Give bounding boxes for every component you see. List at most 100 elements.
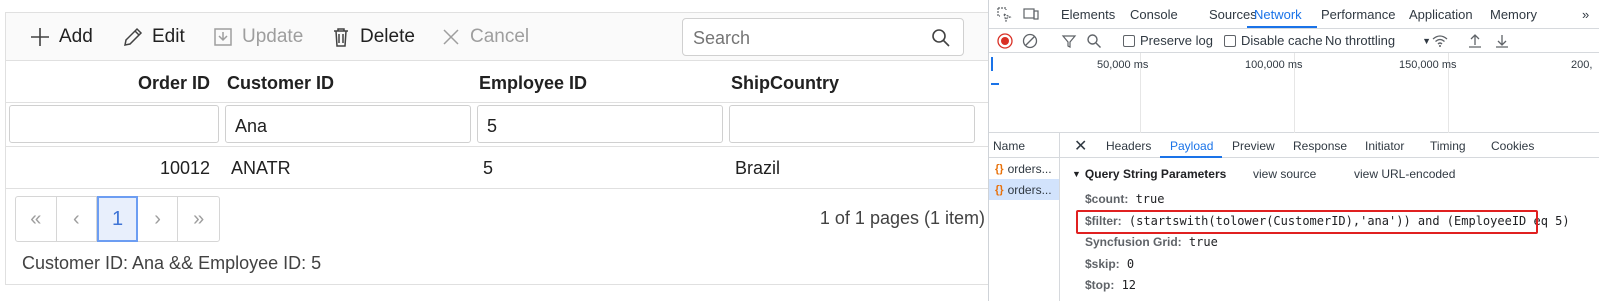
request-item[interactable]: {} orders... (989, 158, 1059, 179)
filter-employee-id[interactable]: 5 (477, 105, 723, 143)
cell-ship-country: Brazil (735, 158, 781, 178)
tab-timing[interactable]: Timing (1430, 139, 1466, 153)
header-ship-country[interactable]: ShipCountry (731, 73, 839, 94)
search-icon[interactable] (931, 28, 951, 48)
timeline-label: 200, (1571, 59, 1593, 71)
caret-down-icon: ▼ (1422, 35, 1432, 46)
tab-network[interactable]: Network (1254, 7, 1302, 22)
header-employee-id[interactable]: Employee ID (479, 73, 587, 94)
import-har-icon[interactable] (1467, 33, 1483, 49)
clear-icon[interactable] (1022, 33, 1038, 49)
last-page-button[interactable]: » (178, 197, 219, 241)
tab-performance[interactable]: Performance (1321, 7, 1395, 22)
network-toolbar: Preserve log Disable cache No throttling… (989, 29, 1599, 53)
param-count: $count: true (1085, 192, 1164, 206)
param-value: 12 (1121, 278, 1137, 292)
tab-response[interactable]: Response (1293, 139, 1347, 153)
param-value: true (1188, 235, 1218, 249)
filter-icon[interactable] (1061, 33, 1077, 49)
tab-memory[interactable]: Memory (1490, 7, 1537, 22)
preserve-log-checkbox[interactable]: Preserve log (1123, 33, 1213, 48)
tab-headers[interactable]: Headers (1106, 139, 1151, 153)
tab-initiator[interactable]: Initiator (1365, 139, 1404, 153)
name-column-header[interactable]: Name (989, 133, 1059, 158)
cancel-button[interactable]: Cancel (440, 23, 529, 51)
param-top: $top: 12 (1085, 278, 1136, 292)
page-1-button[interactable]: 1 (97, 196, 138, 242)
save-icon (214, 28, 232, 46)
tab-payload[interactable]: Payload (1170, 139, 1213, 153)
close-icon[interactable]: ✕ (1074, 136, 1087, 156)
param-value: true (1135, 192, 1165, 206)
timeline-bar (991, 83, 999, 85)
query-string-section[interactable]: ▼ Query String Parameters (1072, 167, 1226, 181)
param-value: 0 (1126, 257, 1135, 271)
record-icon[interactable] (997, 33, 1013, 49)
edit-button[interactable]: Edit (122, 23, 185, 51)
pager-buttons: « ‹ 1 › » (15, 196, 220, 242)
filter-customer-id[interactable]: Ana (225, 105, 471, 143)
request-item-selected[interactable]: {} orders... (989, 179, 1059, 200)
xhr-icon: {} (995, 183, 1004, 196)
cell-order-id: 10012 (159, 158, 210, 178)
throttling-value: No throttling (1325, 33, 1396, 48)
view-source-link[interactable]: view source (1253, 167, 1316, 181)
next-page-button[interactable]: › (138, 197, 179, 241)
timeline-label: 150,000 ms (1399, 59, 1457, 71)
tab-sources[interactable]: Sources (1209, 7, 1257, 22)
active-detail-tab-underline (1160, 156, 1222, 158)
request-name: orders... (1007, 182, 1052, 197)
disable-cache-label: Disable cache (1241, 33, 1323, 48)
request-name: orders... (1007, 161, 1052, 176)
tab-elements[interactable]: Elements (1061, 7, 1115, 22)
add-button[interactable]: Add (29, 23, 93, 51)
tab-cookies[interactable]: Cookies (1491, 139, 1534, 153)
data-grid: Add Edit Update Delete Cancel Search Ord… (5, 12, 996, 285)
tab-preview[interactable]: Preview (1232, 139, 1275, 153)
export-har-icon[interactable] (1494, 33, 1510, 49)
prev-page-button[interactable]: ‹ (57, 197, 98, 241)
header-customer-id[interactable]: Customer ID (227, 73, 334, 94)
checkbox-icon (1123, 34, 1135, 47)
xhr-icon: {} (995, 162, 1004, 175)
filter-order-id[interactable] (9, 105, 219, 143)
trash-icon (334, 28, 348, 47)
inspect-element-icon[interactable] (996, 6, 1012, 22)
preserve-log-label: Preserve log (1140, 33, 1213, 48)
first-page-button[interactable]: « (16, 197, 57, 241)
device-toolbar-icon[interactable] (1023, 6, 1039, 22)
request-list: Name {} orders... {} orders... (989, 133, 1060, 301)
header-order-id[interactable]: Order ID (138, 73, 210, 94)
edit-label: Edit (152, 26, 185, 47)
throttling-select[interactable]: No throttling ▼ (1325, 33, 1431, 48)
filter-highlight-box (1076, 210, 1538, 234)
network-timeline[interactable]: 50,000 ms 100,000 ms 150,000 ms 200, (989, 53, 1599, 133)
timeline-label: 100,000 ms (1245, 59, 1303, 71)
active-tab-underline (1247, 26, 1317, 28)
update-button[interactable]: Update (212, 23, 303, 51)
tab-console[interactable]: Console (1130, 7, 1178, 22)
disable-cache-checkbox[interactable]: Disable cache (1224, 33, 1323, 48)
filter-ship-country[interactable] (729, 105, 975, 143)
more-tabs-icon[interactable]: » (1582, 7, 1589, 22)
grid-toolbar: Add Edit Update Delete Cancel Search (6, 13, 995, 61)
search-input[interactable]: Search (682, 18, 964, 56)
close-icon (443, 29, 459, 45)
detail-tabbar: ✕ Headers Payload Preview Response Initi… (1060, 133, 1599, 158)
network-conditions-icon[interactable] (1432, 33, 1448, 49)
delete-button[interactable]: Delete (330, 23, 415, 51)
cell-employee-id: 5 (483, 158, 494, 178)
pencil-icon (124, 27, 143, 46)
view-url-encoded-link[interactable]: view URL-encoded (1354, 167, 1455, 181)
search-icon[interactable] (1086, 33, 1102, 49)
header-row: Order ID Customer ID Employee ID ShipCou… (6, 61, 995, 103)
param-key: Syncfusion Grid: (1085, 235, 1182, 249)
filter-row: Ana 5 (6, 103, 995, 147)
param-syncfusion-grid: Syncfusion Grid: true (1085, 235, 1218, 249)
filter-status-message: Customer ID: Ana && Employee ID: 5 (22, 253, 322, 273)
param-key: $top: (1085, 278, 1115, 292)
table-row[interactable]: 10012 ANATR 5 Brazil (6, 147, 995, 189)
caret-down-icon: ▼ (1072, 169, 1081, 179)
tab-application[interactable]: Application (1409, 7, 1473, 22)
param-key: $skip: (1085, 257, 1120, 271)
